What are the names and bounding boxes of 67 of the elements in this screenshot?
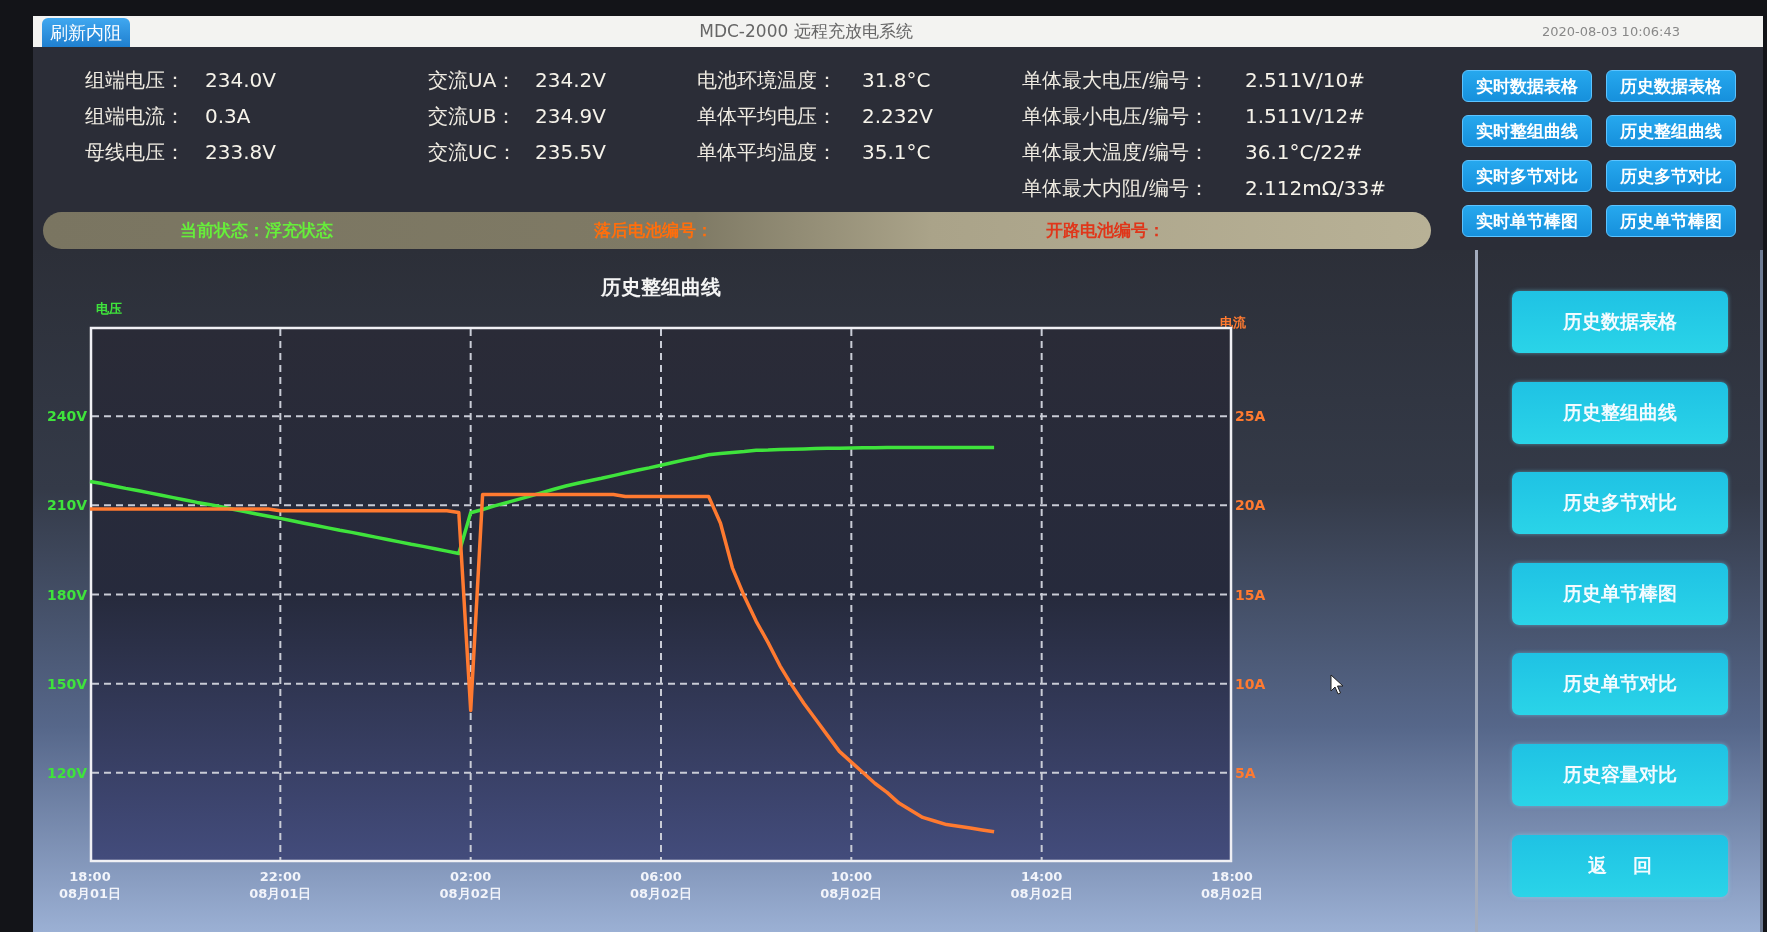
nav-button[interactable]: 历史数据表格	[1606, 70, 1736, 102]
x-tick-label: 22:00 08月01日	[249, 868, 312, 902]
reading-label: 单体最大内阻/编号：	[1022, 174, 1209, 202]
reading-label: 组端电流：	[85, 102, 185, 130]
y-tick-label: 240V	[46, 408, 87, 425]
side-button[interactable]: 历史整组曲线	[1512, 381, 1728, 444]
x-tick-label: 18:00 08月02日	[1200, 868, 1264, 902]
nav-button[interactable]: 历史多节对比	[1606, 160, 1736, 192]
side-button[interactable]: 返 回	[1512, 834, 1728, 897]
y-tick-label: 180V	[46, 586, 87, 603]
reading-value: 35.1°C	[862, 140, 931, 164]
status-text: 开路电池编号：	[1046, 219, 1165, 242]
nav-button[interactable]: 实时多节对比	[1462, 160, 1592, 192]
side-button[interactable]: 历史容量对比	[1512, 743, 1728, 806]
side-button[interactable]: 历史单节棒图	[1512, 562, 1728, 625]
nav-button[interactable]: 实时单节棒图	[1462, 205, 1592, 237]
reading-label: 交流UC：	[428, 138, 517, 166]
reading-label: 单体最小电压/编号：	[1022, 102, 1209, 130]
window-title: MDC-2000 远程充放电系统	[699, 20, 913, 43]
nav-button[interactable]: 历史整组曲线	[1606, 115, 1736, 147]
nav-button[interactable]: 实时数据表格	[1462, 70, 1592, 102]
reading-value: 234.2V	[535, 68, 606, 92]
datetime-text: 2020-08-03 10:06:43	[1541, 24, 1680, 39]
reading-value: 235.5V	[535, 140, 606, 164]
side-button[interactable]: 历史多节对比	[1512, 472, 1728, 535]
x-tick-label: 10:00 08月02日	[820, 868, 883, 902]
y-tick-label: 10A	[1235, 675, 1266, 692]
status-text: 当前状态：浮充状态	[180, 219, 333, 242]
reading-label: 单体平均电压：	[697, 102, 837, 130]
reading-value: 36.1°C/22#	[1245, 140, 1363, 164]
y-tick-label: 25A	[1235, 408, 1266, 425]
side-button[interactable]: 历史数据表格	[1512, 291, 1728, 353]
reading-value: 31.8°C	[862, 68, 931, 92]
reading-value: 234.0V	[205, 68, 276, 92]
reading-value: 1.511V/12#	[1245, 104, 1365, 128]
y-tick-label: 20A	[1235, 497, 1266, 514]
side-button[interactable]: 历史单节对比	[1512, 653, 1728, 716]
reading-label: 交流UA：	[428, 66, 517, 94]
reading-label: 单体平均温度：	[697, 138, 837, 166]
nav-button[interactable]: 历史单节棒图	[1606, 205, 1736, 237]
reading-value: 0.3A	[205, 104, 251, 128]
chart-title: 历史整组曲线	[601, 273, 721, 301]
reading-label: 母线电压：	[85, 138, 185, 166]
reading-value: 233.8V	[205, 140, 276, 164]
axis-title: 电压	[96, 300, 122, 318]
cursor-icon	[1330, 674, 1344, 695]
status-text: 落后电池编号：	[594, 219, 713, 242]
reading-label: 单体最大温度/编号：	[1022, 138, 1209, 166]
reading-label: 单体最大电压/编号：	[1022, 66, 1209, 94]
reading-value: 234.9V	[535, 104, 606, 128]
reading-label: 交流UB：	[428, 102, 517, 130]
reading-value: 2.511V/10#	[1245, 68, 1365, 92]
y-tick-label: 210V	[46, 497, 87, 514]
reading-value: 2.232V	[862, 104, 933, 128]
y-tick-label: 15A	[1235, 586, 1266, 603]
y-tick-label: 120V	[46, 764, 87, 781]
reading-label: 组端电压：	[85, 66, 185, 94]
reading-value: 2.112mΩ/33#	[1245, 176, 1386, 200]
x-tick-label: 18:00 08月01日	[58, 868, 122, 902]
x-tick-label: 14:00 08月02日	[1010, 868, 1073, 902]
nav-button[interactable]: 实时整组曲线	[1462, 115, 1592, 147]
y-tick-label: 150V	[46, 675, 87, 692]
x-tick-label: 06:00 08月02日	[629, 868, 693, 902]
reading-label: 电池环境温度：	[697, 66, 837, 94]
refresh-button[interactable]: 刷新内阻	[42, 18, 130, 47]
y-tick-label: 5A	[1235, 764, 1256, 781]
x-tick-label: 02:00 08月02日	[439, 868, 502, 902]
